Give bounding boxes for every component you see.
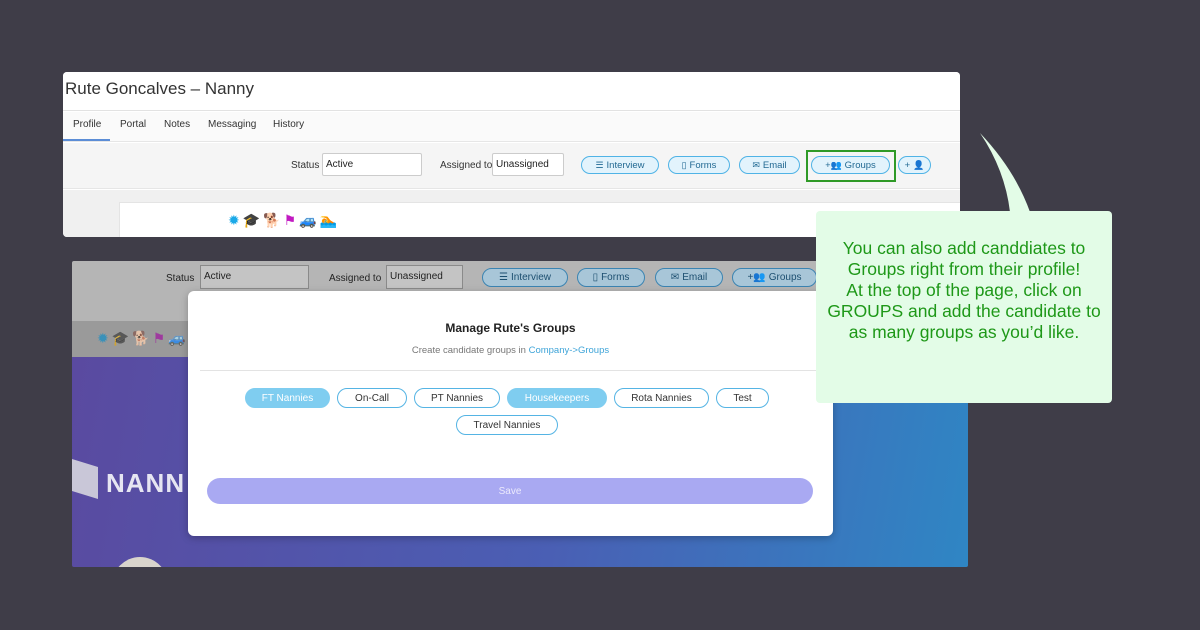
flag-icon: ⚑ [283, 212, 297, 228]
bg-status-label: Status [166, 273, 195, 284]
dog-icon: 🐕 [263, 212, 281, 228]
company-groups-link[interactable]: Company->Groups [529, 345, 610, 356]
bg-interview-button: ☰ Interview [482, 268, 568, 287]
bg-groups-button: +👥 Groups [732, 268, 817, 287]
skill-badges: ✹ 🎓 🐕 ⚑ 🚙 🏊 [228, 212, 337, 229]
bg-gear-badge-icon: ✹ [97, 330, 109, 346]
assigned-label: Assigned to [440, 160, 493, 171]
bg-car-icon: 🚙 [168, 330, 186, 346]
email-button[interactable]: ✉ Email [739, 156, 800, 174]
bg-skill-badges: ✹ 🎓 🐕 ⚑ 🚙 [97, 330, 186, 347]
status-field[interactable]: Active [322, 153, 422, 176]
modal-subtitle: Create candidate groups in Company->Grou… [188, 345, 833, 356]
callout-text: You can also add canddiates to Groups ri… [827, 238, 1101, 342]
active-tab-indicator [63, 139, 110, 141]
group-pt-nannies[interactable]: PT Nannies [414, 388, 500, 408]
forms-label: Forms [689, 159, 717, 171]
add-user-button[interactable]: + 👤 [898, 156, 931, 174]
tab-messaging[interactable]: Messaging [208, 119, 256, 130]
bg-status-field: Active [200, 265, 309, 289]
interview-label: Interview [606, 159, 645, 171]
bg-graduation-cap-icon: 🎓 [111, 330, 130, 346]
modal-divider [200, 370, 821, 371]
group-housekeepers[interactable]: Housekeepers [507, 388, 607, 408]
modal-title: Manage Rute's Groups [445, 321, 576, 335]
callout-bubble: You can also add canddiates to Groups ri… [816, 211, 1112, 403]
group-rota-nannies[interactable]: Rota Nannies [614, 388, 709, 408]
add-user-plus: + [904, 159, 911, 171]
bg-add-group-icon: +👥 [747, 272, 766, 283]
document-icon: ▯ [681, 159, 687, 170]
groups-label: Groups [844, 159, 876, 171]
bg-envelope-icon: ✉ [670, 272, 680, 283]
user-icon: 👤 [913, 159, 925, 170]
tab-portal[interactable]: Portal [120, 119, 146, 130]
bg-assigned-label: Assigned to [329, 273, 382, 284]
bg-forms-button: ▯ Forms [577, 268, 645, 287]
bg-email-button: ✉ Email [655, 268, 723, 287]
list-icon: ☰ [595, 159, 604, 170]
group-travel-nannies[interactable]: Travel Nannies [456, 415, 558, 435]
gear-badge-icon: ✹ [228, 212, 240, 228]
group-ft-nannies[interactable]: FT Nannies [245, 388, 330, 408]
bg-flag-icon: ⚑ [152, 330, 166, 346]
car-icon: 🚙 [299, 212, 317, 228]
status-bar: Status Active Assigned to Unassigned ☰ I… [63, 143, 960, 189]
manage-groups-modal: Manage Rute's Groups Create candidate gr… [188, 291, 833, 536]
add-group-icon: +👥 [825, 159, 842, 170]
bg-forms-label: Forms [601, 272, 630, 283]
tab-notes[interactable]: Notes [164, 119, 190, 130]
interview-button[interactable]: ☰ Interview [581, 156, 659, 174]
modal-subtitle-text: Create candidate groups in [411, 345, 529, 356]
bg-assigned-field: Unassigned [386, 265, 463, 289]
graduation-cap-icon: 🎓 [242, 212, 261, 228]
bg-groups-label: Groups [768, 272, 802, 283]
forms-button[interactable]: ▯ Forms [668, 156, 730, 174]
bg-logo-text: NANN [106, 468, 186, 498]
profile-tabs: Profile Portal Notes Messaging History [63, 112, 960, 142]
envelope-icon: ✉ [752, 159, 760, 170]
profile-titlebar: Rute Goncalves – Nanny [63, 72, 960, 111]
bg-document-icon: ▯ [592, 272, 599, 283]
bg-dog-icon: 🐕 [132, 330, 150, 346]
tab-profile[interactable]: Profile [73, 119, 101, 130]
bg-email-label: Email [682, 272, 708, 283]
swimmer-icon: 🏊 [319, 212, 338, 228]
email-label: Email [762, 159, 787, 171]
bg-interview-label: Interview [510, 272, 551, 283]
group-test[interactable]: Test [716, 388, 769, 408]
group-on-call[interactable]: On-Call [337, 388, 407, 408]
groups-button[interactable]: +👥 Groups [811, 156, 890, 174]
page-title: Rute Goncalves – Nanny [65, 79, 254, 98]
bg-list-icon: ☰ [499, 272, 508, 283]
assigned-field[interactable]: Unassigned [492, 153, 564, 176]
tab-history[interactable]: History [273, 119, 304, 130]
status-label: Status [291, 160, 320, 171]
save-button[interactable]: Save [207, 478, 813, 504]
